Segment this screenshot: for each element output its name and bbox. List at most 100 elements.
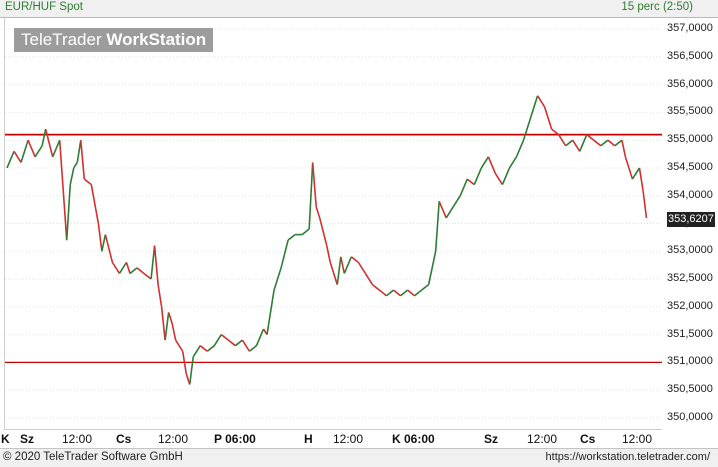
series-segment: [343, 256, 353, 274]
interval-label[interactable]: 15 perc (2:50): [621, 1, 693, 13]
y-tick-label: 355,5000: [667, 105, 713, 118]
series-segment: [638, 167, 644, 191]
x-tick-label: K 06:00: [392, 432, 435, 446]
series-segment: [350, 256, 359, 264]
series-segment: [593, 139, 602, 147]
series-segment: [578, 134, 588, 152]
series-segment: [536, 95, 546, 108]
series-segment: [111, 261, 121, 274]
x-tick-label: 12:00: [62, 432, 93, 446]
y-tick-label: 356,5000: [667, 49, 713, 62]
series-segment: [174, 339, 184, 352]
series-segment: [614, 139, 623, 147]
x-tick-label: 12:00: [333, 432, 364, 446]
series-segment: [301, 228, 310, 236]
series-segment: [41, 128, 47, 146]
series-segment: [150, 245, 156, 280]
y-tick-label: 354,0000: [667, 188, 713, 201]
series-segment: [515, 139, 525, 158]
series-segment: [118, 261, 128, 274]
series-segment: [157, 284, 163, 307]
series-segment: [318, 217, 328, 246]
series-segment: [452, 195, 461, 208]
series-segment: [466, 178, 475, 186]
series-segment: [459, 178, 469, 197]
series-segment: [192, 345, 201, 358]
series-segment: [315, 206, 321, 219]
series-segment: [400, 289, 409, 297]
x-tick-label: P 06:00: [214, 432, 256, 446]
y-tick-label: 357,0000: [667, 22, 713, 35]
series-segment: [79, 140, 86, 180]
series-segment: [58, 140, 68, 241]
site-url[interactable]: https://workstation.teletrader.com/: [546, 451, 710, 463]
x-axis[interactable]: K Sz 12:00 Cs 12:00 P 06:00 H 12:00 K 06:00 Sz 12:…: [0, 430, 718, 448]
series-segment: [97, 223, 103, 252]
series-segment: [434, 201, 440, 252]
x-tick-label: K: [1, 432, 10, 446]
y-tick-label: 351,0000: [667, 355, 713, 368]
series-segment: [414, 289, 423, 297]
series-segment: [572, 139, 581, 152]
price-series: [6, 95, 648, 385]
footer-bar: © 2020 TeleTrader Software GmbH https://…: [0, 448, 718, 467]
series-segment: [83, 178, 92, 186]
x-tick-label: 12:00: [158, 432, 189, 446]
series-segment: [445, 206, 454, 219]
series-segment: [600, 139, 609, 147]
series-segment: [311, 162, 317, 207]
series-segment: [308, 162, 314, 230]
series-segment: [51, 139, 61, 158]
series-segment: [325, 245, 332, 263]
series-segment: [188, 356, 195, 385]
y-tick-label: 354,5000: [667, 160, 713, 173]
horizontal-lines[interactable]: [5, 133, 662, 363]
y-tick-label: 352,5000: [667, 272, 713, 285]
x-tick-label: Cs: [116, 432, 132, 446]
y-tick-label: 352,0000: [667, 299, 713, 312]
series-segment: [241, 339, 251, 352]
series-segment: [206, 345, 215, 352]
series-segment: [20, 139, 29, 163]
series-segment: [90, 184, 100, 224]
series-segment: [421, 283, 430, 291]
copyright-text: © 2020 TeleTrader Software GmbH: [3, 451, 183, 463]
series-segment: [407, 289, 416, 297]
series-segment: [129, 267, 138, 275]
series-segment: [621, 140, 627, 158]
x-tick-label: 12:00: [527, 432, 558, 446]
series-segment: [164, 312, 170, 341]
series-segment: [438, 200, 447, 219]
series-segment: [136, 267, 145, 275]
price-chart[interactable]: [5, 18, 662, 429]
series-segment: [34, 145, 43, 158]
y-tick-label: 351,5000: [667, 327, 713, 340]
series-segment: [287, 233, 296, 241]
series-segment: [101, 234, 107, 252]
series-segment: [529, 95, 539, 119]
series-segment: [171, 323, 177, 341]
y-tick-label: 350,0000: [667, 410, 713, 423]
series-segment: [393, 289, 402, 297]
series-segment: [329, 262, 339, 285]
y-tick-label: 353,0000: [667, 244, 713, 257]
instrument-label[interactable]: EUR/HUF Spot: [5, 1, 83, 13]
x-tick-label: H: [304, 432, 313, 446]
plot-area[interactable]: [4, 18, 662, 430]
series-segment: [220, 333, 229, 341]
series-segment: [104, 234, 114, 263]
last-price-marker: 353,6207: [667, 212, 715, 227]
series-segment: [336, 256, 342, 285]
teletrader-logo: TeleTrader WorkStation: [14, 28, 214, 52]
series-segment: [6, 150, 15, 169]
series-segment: [248, 345, 257, 352]
series-segment: [255, 328, 265, 347]
series-segment: [607, 139, 616, 147]
series-segment: [385, 289, 394, 297]
series-segment: [213, 334, 223, 347]
series-segment: [494, 173, 504, 186]
series-segment: [557, 134, 567, 147]
series-segment: [234, 339, 243, 347]
logo-product: WorkStation: [106, 30, 207, 49]
series-segment: [522, 117, 532, 141]
